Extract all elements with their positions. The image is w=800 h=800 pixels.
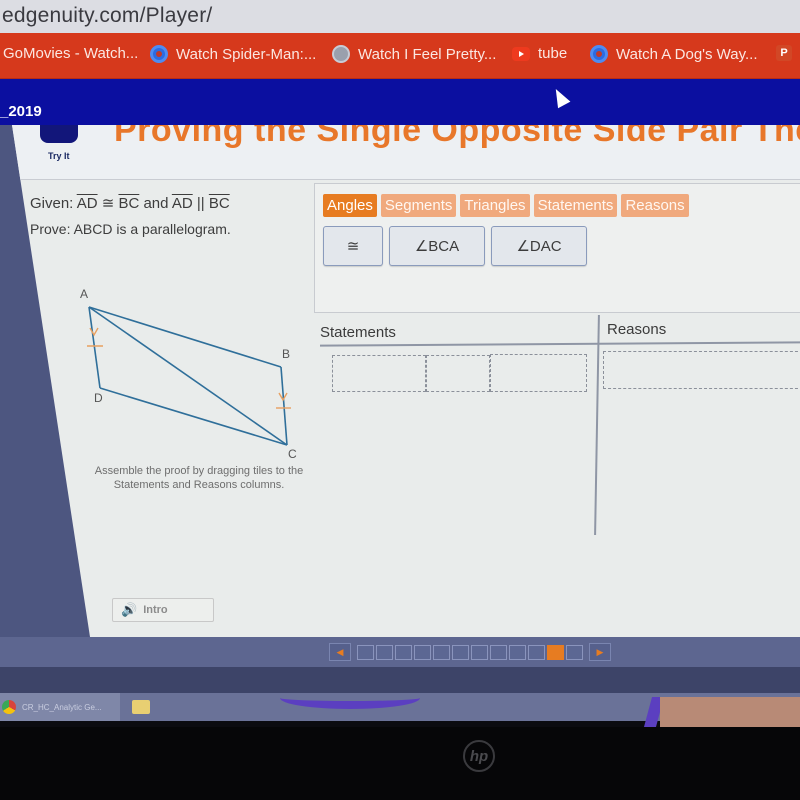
tile-angle-bca[interactable]: ∠BCA <box>389 226 485 266</box>
bookmark-label: GoMovies - Watch... <box>3 45 139 62</box>
parallel-symbol: || <box>192 195 209 212</box>
segment-bc: BC <box>118 195 140 212</box>
and-text: and <box>139 195 172 212</box>
side-da <box>88 306 101 389</box>
page-dot-11-current[interactable] <box>547 644 564 660</box>
vertex-a: A <box>80 287 88 301</box>
page-dot-10[interactable] <box>528 644 545 660</box>
tab-statements[interactable]: Statements <box>533 194 618 217</box>
try-it-tab[interactable] <box>40 125 78 143</box>
tile-angle-dac[interactable]: ∠DAC <box>491 226 587 266</box>
given-statement: Given: AD ≅ BC and AD || BC <box>30 194 230 212</box>
statement-drop-slot-1[interactable] <box>332 355 426 392</box>
file-explorer-icon[interactable] <box>132 700 150 714</box>
tile-list: ≅ ∠BCA ∠DAC <box>323 226 587 266</box>
lesson-player: Proving the Single Opposite Side Pair Th… <box>12 125 800 637</box>
page-dot-2[interactable] <box>376 644 393 660</box>
next-page-button[interactable]: ▶ <box>589 643 611 661</box>
intro-label: Intro <box>143 604 168 616</box>
course-header: _2019 <box>0 79 800 125</box>
header-divider <box>319 341 800 347</box>
laptop-bezel <box>0 727 800 800</box>
tab-angles[interactable]: Angles <box>323 194 377 217</box>
address-bar[interactable]: edgenuity.com/Player/ <box>0 0 800 34</box>
statements-header: Statements <box>320 324 396 341</box>
bookmark-spiderman[interactable]: Watch Spider-Man:... <box>150 45 316 63</box>
reason-drop-slot-1[interactable] <box>603 351 800 389</box>
try-it-label: Try It <box>48 151 70 161</box>
wallpaper-squiggle <box>280 687 420 709</box>
page-dot-8[interactable] <box>490 644 507 660</box>
page-dot-5[interactable] <box>433 644 450 660</box>
parallel-arrow-ad <box>89 327 99 337</box>
page-dot-7[interactable] <box>471 644 488 660</box>
parallelogram-diagram: A B C D <box>80 287 297 460</box>
instructions-text: Assemble the proof by dragging tiles to … <box>94 465 304 491</box>
vertex-c: C <box>288 447 297 460</box>
segment-bc: BC <box>208 195 230 212</box>
prev-page-button[interactable]: ◀ <box>329 643 351 661</box>
vertex-d: D <box>94 391 103 405</box>
congruent-symbol: ≅ <box>97 195 119 212</box>
youtube-icon <box>512 46 530 61</box>
wallpaper-block <box>660 697 800 727</box>
pager: ◀ ▶ <box>325 643 615 661</box>
bookmark-youtube[interactable]: tube <box>512 45 567 62</box>
quadrilateral <box>88 306 288 446</box>
globe-icon <box>332 45 350 63</box>
diagonal-ac <box>88 306 288 446</box>
tile-palette: Angles Segments Triangles Statements Rea… <box>314 183 800 313</box>
segment-ad: AD <box>76 195 98 212</box>
statement-drop-slot-2[interactable] <box>426 355 490 392</box>
tab-triangles[interactable]: Triangles <box>460 194 530 217</box>
bookmark-label: Watch I Feel Pretty... <box>358 45 497 63</box>
page-dot-9[interactable] <box>509 644 526 660</box>
bookmark-label: Watch A Dog's Way... <box>616 45 758 63</box>
bookmark-label: Watch Spider-Man:... <box>176 45 317 63</box>
prove-statement: Prove: ABCD is a parallelogram. <box>30 221 231 237</box>
vertex-b: B <box>282 347 290 361</box>
tab-reasons[interactable]: Reasons <box>621 194 689 217</box>
page-dot-3[interactable] <box>395 644 412 660</box>
chrome-icon <box>2 700 16 714</box>
bookmarks-bar: GoMovies - Watch... Watch Spider-Man:...… <box>0 33 800 79</box>
page-dot-4[interactable] <box>414 644 431 660</box>
side-bc <box>280 366 288 446</box>
course-name: _2019 <box>0 103 42 120</box>
tab-segments[interactable]: Segments <box>380 194 457 217</box>
url-text[interactable]: edgenuity.com/Player/ <box>2 4 212 28</box>
speaker-icon: 🔊 <box>121 602 138 617</box>
congruence-marks <box>87 327 291 409</box>
blue-circle-icon <box>150 45 168 63</box>
bookmark-i-feel-pretty[interactable]: Watch I Feel Pretty... <box>332 45 496 63</box>
hp-logo: hp <box>463 740 495 772</box>
given-prefix: Given: <box>30 195 77 212</box>
page-dot-6[interactable] <box>452 644 469 660</box>
statement-drop-slot-3[interactable] <box>490 354 587 392</box>
blue-circle-icon <box>590 45 608 63</box>
powerpoint-icon: P <box>776 45 792 61</box>
title-strip: Proving the Single Opposite Side Pair Th… <box>12 125 800 180</box>
side-cd <box>99 387 288 446</box>
segment-ad: AD <box>171 195 193 212</box>
palette-tabs: Angles Segments Triangles Statements Rea… <box>323 194 689 217</box>
tile-congruent[interactable]: ≅ <box>323 226 383 266</box>
reasons-header: Reasons <box>607 321 667 338</box>
bookmark-powerpoint[interactable]: P <box>776 45 792 61</box>
taskbar-item-label: CR_HC_Analytic Ge... <box>22 702 102 712</box>
taskbar-chrome-item[interactable]: CR_HC_Analytic Ge... <box>0 693 120 721</box>
page-dot-1[interactable] <box>357 644 374 660</box>
bookmark-gomovies[interactable]: GoMovies - Watch... <box>3 45 138 62</box>
intro-audio-button[interactable]: 🔊 Intro <box>112 598 214 622</box>
bookmark-dogs-way[interactable]: Watch A Dog's Way... <box>590 45 758 63</box>
page-dot-12[interactable] <box>566 644 583 660</box>
column-divider <box>594 314 600 536</box>
side-ab <box>88 306 282 368</box>
bookmark-label: tube <box>538 45 568 62</box>
